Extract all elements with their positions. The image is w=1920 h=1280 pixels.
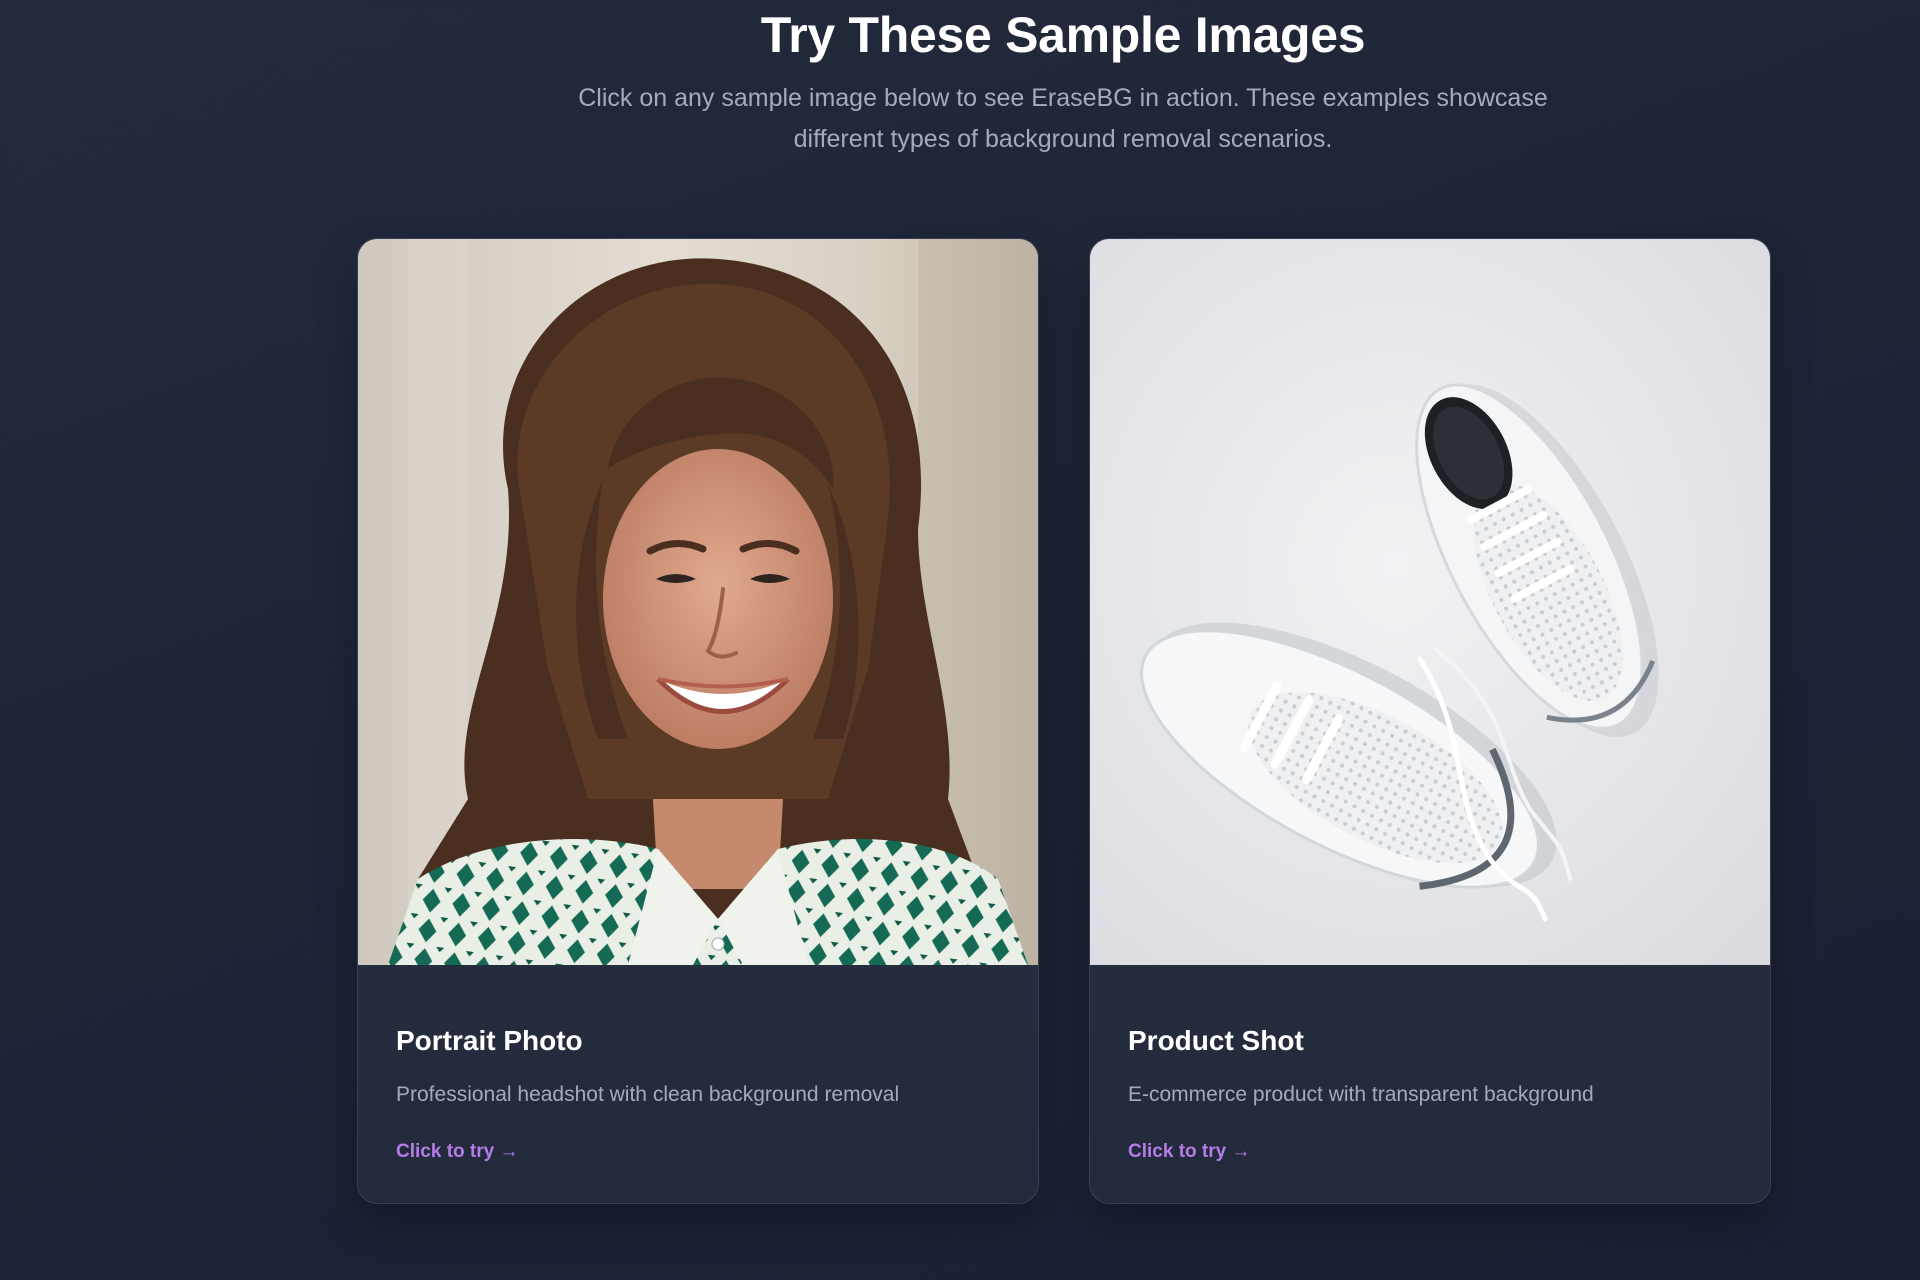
section-subtitle: Click on any sample image below to see E…: [578, 84, 1548, 153]
card-description: E-commerce product with transparent back…: [1128, 1083, 1594, 1106]
portrait-sample-image[interactable]: [358, 239, 1038, 965]
sample-card-portrait[interactable]: Portrait Photo Professional headshot wit…: [357, 238, 1039, 1204]
card-title: Product Shot: [1128, 1025, 1304, 1056]
card-title: Portrait Photo: [396, 1025, 583, 1056]
click-to-try-link[interactable]: Click to try →: [396, 1141, 518, 1163]
product-sample-image[interactable]: [1090, 239, 1770, 965]
section-title: Try These Sample Images: [760, 7, 1366, 63]
sample-card-product[interactable]: Product Shot E-commerce product with tra…: [1089, 238, 1771, 1204]
card-description: Professional headshot with clean backgro…: [396, 1083, 900, 1106]
click-to-try-link[interactable]: Click to try →: [1128, 1141, 1250, 1163]
